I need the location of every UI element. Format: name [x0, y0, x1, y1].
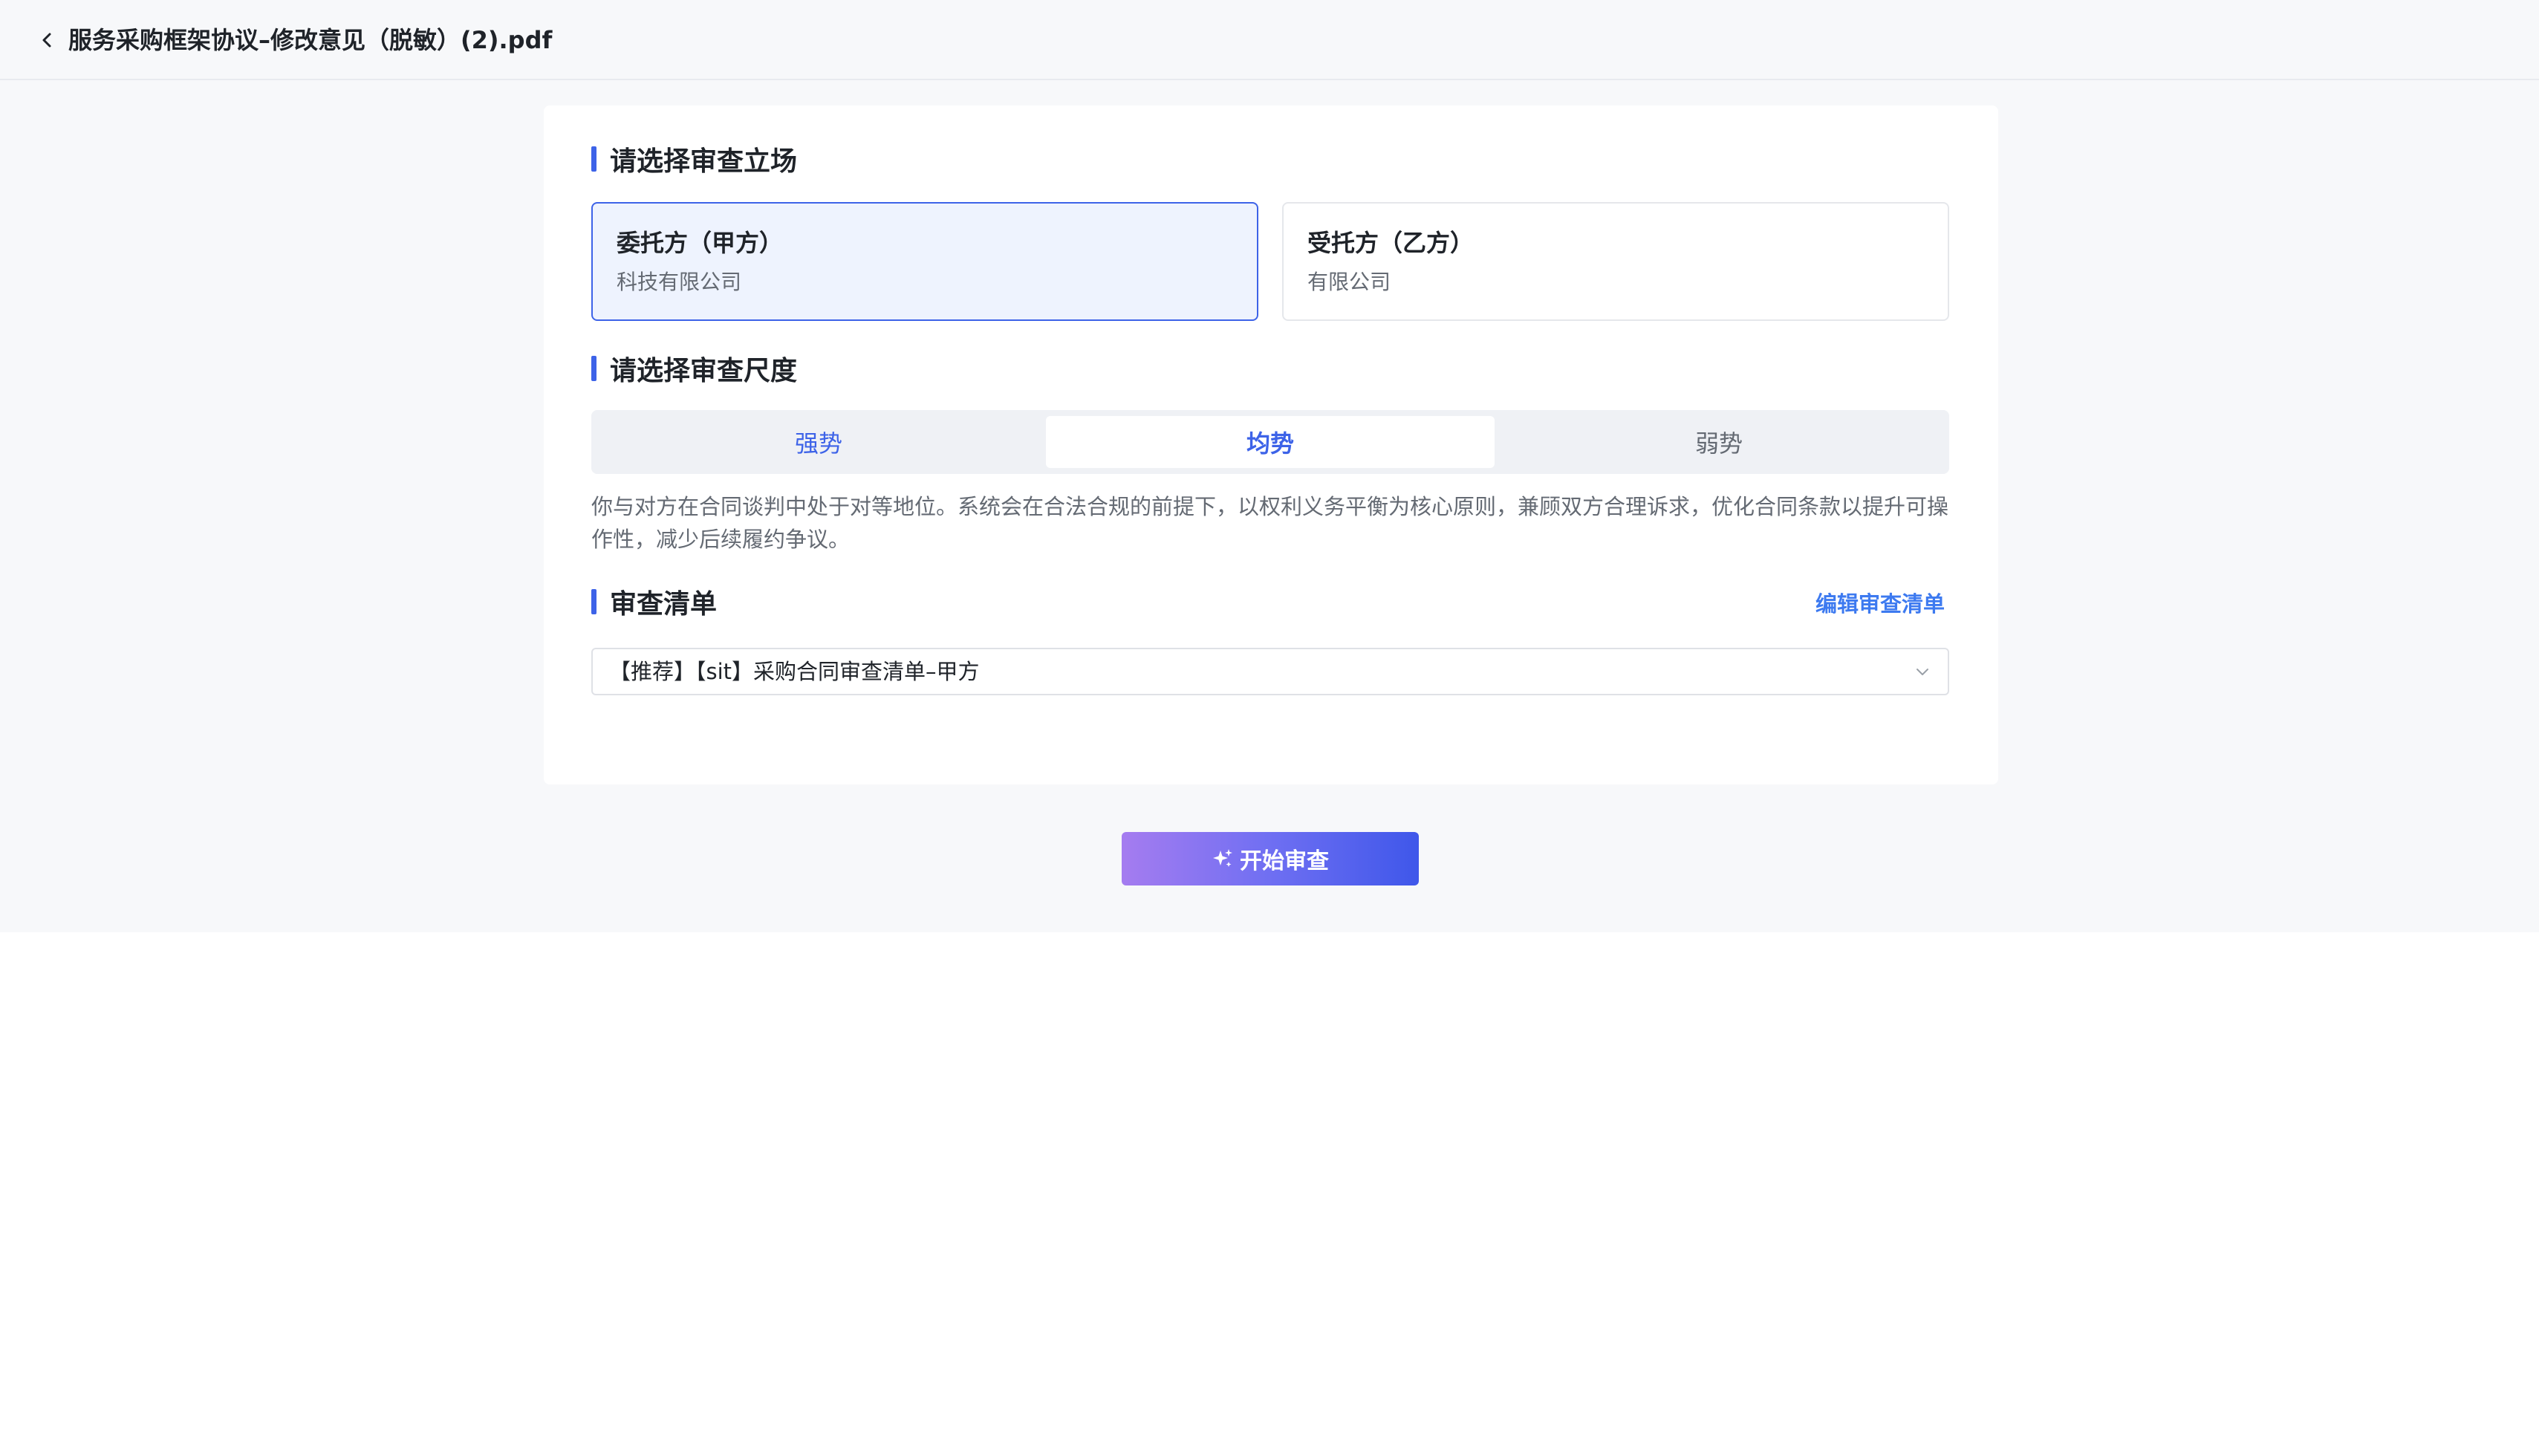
section-accent-bar — [591, 146, 596, 172]
party-name: 委托方（甲方） — [617, 229, 784, 257]
start-review-label: 开始审查 — [1240, 848, 1329, 874]
review-settings-card: 请选择审查立场 委托方（甲方） 科技有限公司 受托方（乙方） 有限公司 请选择审… — [544, 105, 1998, 784]
stance-title-text: 请选择审查立场 — [610, 146, 798, 177]
scale-section-title: 请选择审查尺度 — [591, 351, 797, 386]
checklist-select[interactable]: 【推荐】【sit】采购合同审查清单–甲方 — [591, 648, 1949, 695]
scale-description: 你与对方在合同谈判中处于对等地位。系统会在合法合规的前提下，以权利义务平衡为核心… — [591, 494, 1949, 552]
stance-section-title: 请选择审查立场 — [591, 141, 797, 177]
chevron-down-icon — [1917, 669, 1928, 675]
party-option-contractor[interactable]: 受托方（乙方） 有限公司 — [1282, 202, 1949, 321]
document-title: 服务采购框架协议–修改意见（脱敏）(2).pdf — [68, 26, 553, 54]
sparkle-icon — [1213, 849, 1232, 867]
party-company: 有限公司 — [1307, 270, 1391, 294]
app-root: 服务采购框架协议–修改意见（脱敏）(2).pdf 请选择审查立场 委托方（甲方）… — [0, 0, 2539, 1456]
start-review-button[interactable]: 开始审查 — [1122, 832, 1419, 885]
scale-title-text: 请选择审查尺度 — [610, 356, 798, 386]
scale-option-strong[interactable]: 强势 — [594, 416, 1043, 468]
edit-checklist-link[interactable]: 编辑审查清单 — [1815, 587, 1945, 618]
party-company: 科技有限公司 — [617, 270, 742, 294]
checklist-section-title: 审查清单 — [591, 584, 717, 620]
scale-segmented-control: 强势 均势 弱势 — [591, 410, 1949, 474]
back-button[interactable] — [33, 25, 62, 55]
checklist-select-value: 【推荐】【sit】采购合同审查清单–甲方 — [609, 659, 980, 684]
top-bar: 服务采购框架协议–修改意见（脱敏）(2).pdf — [0, 0, 2539, 80]
party-name: 受托方（乙方） — [1307, 229, 1475, 257]
chevron-left-icon — [42, 33, 51, 48]
section-accent-bar — [591, 356, 596, 381]
section-accent-bar — [591, 589, 596, 614]
checklist-title-text: 审查清单 — [610, 589, 718, 620]
party-option-client[interactable]: 委托方（甲方） 科技有限公司 — [591, 202, 1258, 321]
scale-option-balanced[interactable]: 均势 — [1046, 416, 1495, 468]
scale-option-weak[interactable]: 弱势 — [1495, 416, 1943, 468]
